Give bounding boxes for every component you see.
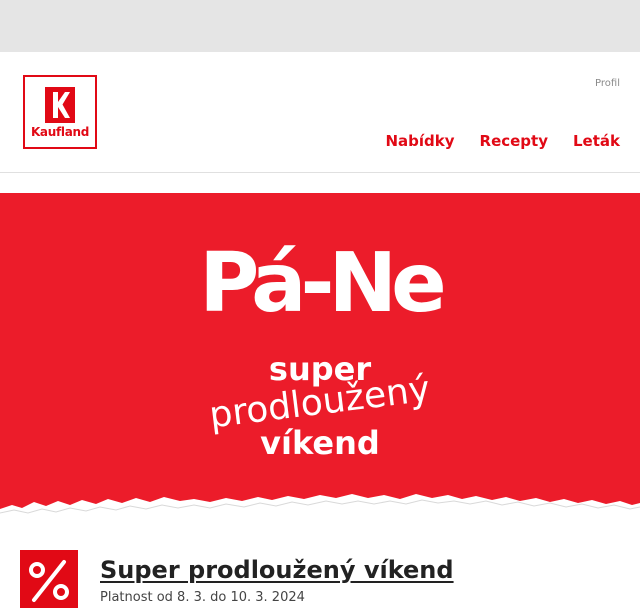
promo-banner[interactable]: Pá-Ne super prodloužený víkend [0,193,640,523]
banner-title: Pá-Ne [199,236,447,331]
logo-text: Kaufland [30,125,90,139]
torn-paper-edge [0,494,640,523]
promo-title-link[interactable]: Super prodloužený víkend [100,556,454,584]
profile-link[interactable]: Profil [595,78,620,89]
top-bar [0,0,640,52]
percent-icon [20,550,78,608]
main-nav: Nabídky Recepty Leták [385,132,620,150]
nav-offers[interactable]: Nabídky [385,132,454,150]
banner-line-weekend: víkend [260,424,380,462]
nav-recipes[interactable]: Recepty [480,132,548,150]
kaufland-k-icon [45,87,75,123]
promo-validity: Platnost od 8. 3. do 10. 3. 2024 [100,590,305,605]
kaufland-logo[interactable]: Kaufland [23,75,97,149]
site-header: Kaufland Profil Nabídky Recepty Leták [0,52,640,173]
nav-leaflet[interactable]: Leták [573,132,620,150]
